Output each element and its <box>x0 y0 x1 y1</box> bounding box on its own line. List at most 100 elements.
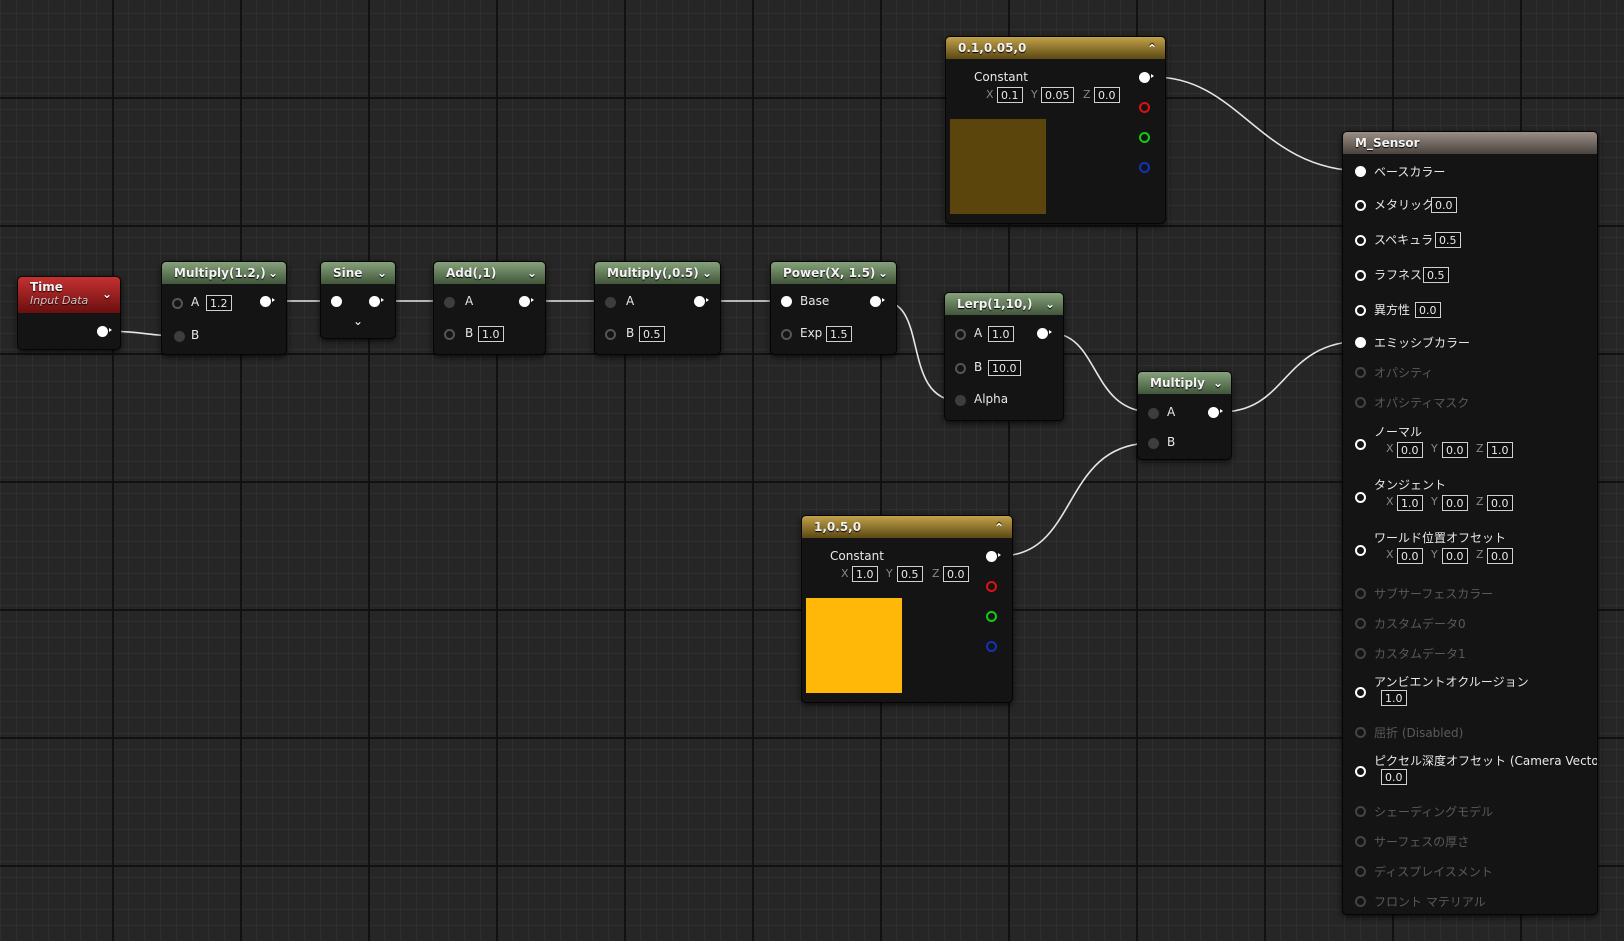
lerp-alpha-pin[interactable] <box>955 395 966 406</box>
multiply-0-5-b-value[interactable]: 0.5 <box>639 326 665 342</box>
power-output-pin[interactable] <box>870 296 885 307</box>
constant-2-blue-output-pin[interactable] <box>986 641 997 652</box>
ambient-occlusion-pin[interactable] <box>1355 687 1366 698</box>
constant-2-header[interactable]: 1,0.5,0 ⌄ <box>802 516 1012 538</box>
pixel-depth-offset-pin[interactable] <box>1355 766 1366 777</box>
metallic-value[interactable]: 0.0 <box>1431 197 1457 213</box>
chevron-up-icon[interactable]: ⌄ <box>1147 37 1157 59</box>
custom-data-1-pin[interactable] <box>1355 648 1366 659</box>
shading-model-pin[interactable] <box>1355 806 1366 817</box>
constant-2-red-output-pin[interactable] <box>986 581 997 592</box>
expand-chevron-icon[interactable]: ⌄ <box>353 314 363 328</box>
multiply-1-2-b-pin[interactable] <box>174 331 185 342</box>
add-b-pin[interactable] <box>444 329 455 340</box>
lerp-a-value[interactable]: 1.0 <box>988 326 1014 342</box>
surface-thickness-pin[interactable] <box>1355 836 1366 847</box>
power-exp-pin[interactable] <box>781 329 792 340</box>
power-base-pin[interactable] <box>781 296 792 307</box>
roughness-value[interactable]: 0.5 <box>1423 267 1449 283</box>
constant-2-green-output-pin[interactable] <box>986 611 997 622</box>
constant-1-rgb-output-pin[interactable] <box>1139 72 1154 83</box>
emissive-color-pin[interactable] <box>1355 337 1366 348</box>
base-color-pin[interactable] <box>1355 166 1366 177</box>
specular-value[interactable]: 0.5 <box>1435 232 1461 248</box>
add-header[interactable]: Add(,1) ⌄ <box>434 262 545 284</box>
multiply-a-pin[interactable] <box>1148 408 1159 419</box>
normal-pin[interactable] <box>1355 439 1366 450</box>
chevron-down-icon[interactable]: ⌄ <box>702 262 712 284</box>
chevron-down-icon[interactable]: ⌄ <box>878 262 888 284</box>
constant-2-y-value[interactable]: 0.5 <box>897 566 923 582</box>
constant-2-rgb-output-pin[interactable] <box>986 551 1001 562</box>
opacity-mask-pin[interactable] <box>1355 397 1366 408</box>
wpo-z-value[interactable]: 0.0 <box>1487 548 1513 564</box>
power-exp-value[interactable]: 1.5 <box>826 326 852 342</box>
add-output-pin[interactable] <box>519 296 534 307</box>
wpo-x-value[interactable]: 0.0 <box>1397 548 1423 564</box>
lerp-a-pin[interactable] <box>955 329 966 340</box>
tangent-x-value[interactable]: 1.0 <box>1397 495 1423 511</box>
constant-1-z-value[interactable]: 0.0 <box>1094 87 1120 103</box>
multiply-output-pin[interactable] <box>1208 407 1223 418</box>
custom-data-0-pin[interactable] <box>1355 618 1366 629</box>
constant-1-header[interactable]: 0.1,0.05,0 ⌄ <box>946 37 1165 59</box>
multiply-1-2-node[interactable]: Multiply(1.2,) ⌄ A 1.2 B <box>161 261 287 355</box>
time-node[interactable]: Time Input Data ⌄ <box>17 276 121 350</box>
tangent-y-value[interactable]: 0.0 <box>1442 495 1468 511</box>
lerp-b-pin[interactable] <box>955 363 966 374</box>
power-header[interactable]: Power(X, 1.5) ⌄ <box>771 262 896 284</box>
normal-z-value[interactable]: 1.0 <box>1487 442 1513 458</box>
multiply-1-2-header[interactable]: Multiply(1.2,) ⌄ <box>162 262 286 284</box>
chevron-down-icon[interactable]: ⌄ <box>377 262 387 284</box>
tangent-pin[interactable] <box>1355 492 1366 503</box>
multiply-1-2-a-pin[interactable] <box>172 298 183 309</box>
constant-1-blue-output-pin[interactable] <box>1139 162 1150 173</box>
lerp-header[interactable]: Lerp(1,10,) ⌄ <box>945 293 1063 315</box>
constant-node-1[interactable]: 0.1,0.05,0 ⌄ Constant X 0.1 Y 0.05 Z 0.0 <box>945 36 1166 224</box>
multiply-1-2-output-pin[interactable] <box>260 296 275 307</box>
anisotropy-pin[interactable] <box>1355 305 1366 316</box>
add-a-pin[interactable] <box>444 297 455 308</box>
material-result-node[interactable]: M_Sensor ベースカラー メタリック 0.0 スペキュラ 0.5 ラフネス… <box>1342 131 1598 915</box>
constant-node-2[interactable]: 1,0.5,0 ⌄ Constant X 1.0 Y 0.5 Z 0.0 <box>801 515 1013 703</box>
subsurface-color-pin[interactable] <box>1355 588 1366 599</box>
normal-x-value[interactable]: 0.0 <box>1397 442 1423 458</box>
constant-2-x-value[interactable]: 1.0 <box>852 566 878 582</box>
lerp-output-pin[interactable] <box>1037 328 1052 339</box>
constant-1-y-value[interactable]: 0.05 <box>1041 87 1074 103</box>
power-node[interactable]: Power(X, 1.5) ⌄ Base Exp 1.5 <box>770 261 897 355</box>
chevron-down-icon[interactable]: ⌄ <box>1213 372 1223 394</box>
multiply-1-2-a-value[interactable]: 1.2 <box>206 295 232 311</box>
chevron-down-icon[interactable]: ⌄ <box>527 262 537 284</box>
opacity-pin[interactable] <box>1355 367 1366 378</box>
chevron-down-icon[interactable]: ⌄ <box>102 287 112 301</box>
sine-input-pin[interactable] <box>331 296 342 307</box>
multiply-0-5-header[interactable]: Multiply(,0.5) ⌄ <box>595 262 720 284</box>
multiply-0-5-node[interactable]: Multiply(,0.5) ⌄ A B 0.5 <box>594 261 721 355</box>
chevron-up-icon[interactable]: ⌄ <box>994 516 1004 538</box>
constant-1-x-value[interactable]: 0.1 <box>997 87 1023 103</box>
time-node-header[interactable]: Time Input Data ⌄ <box>18 277 120 313</box>
sine-header[interactable]: Sine ⌄ <box>321 262 395 284</box>
material-header[interactable]: M_Sensor <box>1343 132 1597 154</box>
wpo-y-value[interactable]: 0.0 <box>1442 548 1468 564</box>
chevron-down-icon[interactable]: ⌄ <box>1045 293 1055 315</box>
multiply-node[interactable]: Multiply ⌄ A B <box>1137 371 1232 460</box>
ambient-occlusion-value[interactable]: 1.0 <box>1381 690 1407 706</box>
specular-pin[interactable] <box>1355 235 1366 246</box>
front-material-pin[interactable] <box>1355 896 1366 907</box>
anisotropy-value[interactable]: 0.0 <box>1415 302 1441 318</box>
multiply-header[interactable]: Multiply ⌄ <box>1138 372 1231 394</box>
displacement-pin[interactable] <box>1355 866 1366 877</box>
normal-y-value[interactable]: 0.0 <box>1442 442 1468 458</box>
multiply-b-pin[interactable] <box>1148 438 1159 449</box>
constant-1-red-output-pin[interactable] <box>1139 102 1150 113</box>
multiply-0-5-output-pin[interactable] <box>694 296 709 307</box>
tangent-z-value[interactable]: 0.0 <box>1487 495 1513 511</box>
world-position-offset-pin[interactable] <box>1355 545 1366 556</box>
multiply-0-5-a-pin[interactable] <box>605 297 616 308</box>
add-node[interactable]: Add(,1) ⌄ A B 1.0 <box>433 261 546 355</box>
chevron-down-icon[interactable]: ⌄ <box>268 262 278 284</box>
multiply-0-5-b-pin[interactable] <box>605 329 616 340</box>
sine-node[interactable]: Sine ⌄ ⌄ <box>320 261 396 339</box>
